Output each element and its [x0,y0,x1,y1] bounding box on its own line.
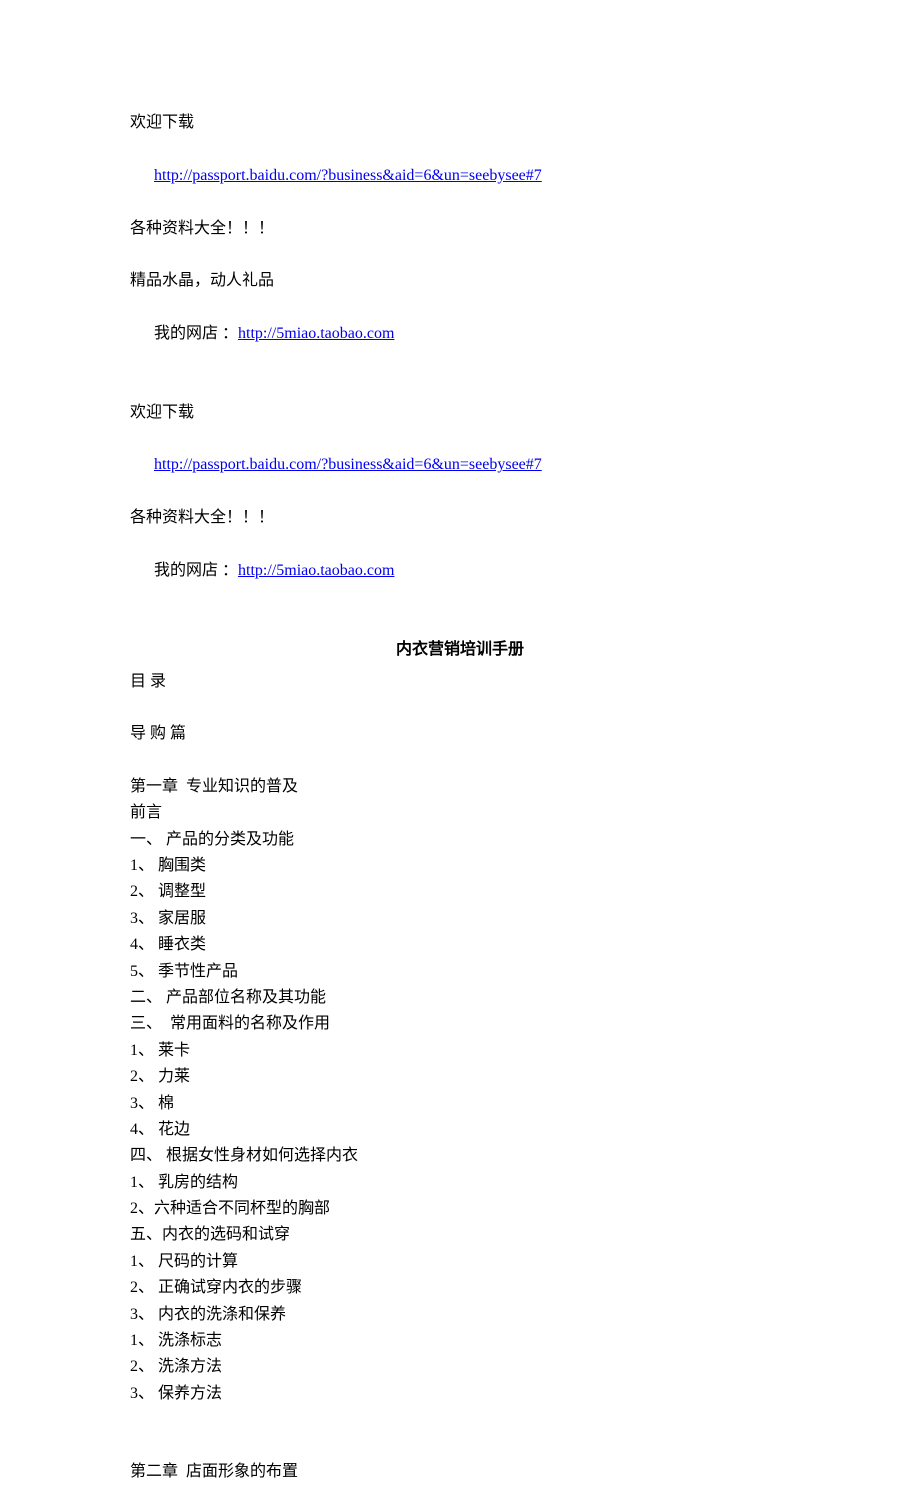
document-page: 欢迎下载 http://passport.baidu.com/?business… [0,0,920,1486]
chapter-1-title: 第一章 专业知识的普及 [130,774,790,800]
welcome-text: 欢迎下载 [130,110,790,136]
passport-link[interactable]: http://passport.baidu.com/?business&aid=… [154,456,542,473]
header-block-1: 欢迎下载 http://passport.baidu.com/?business… [130,110,790,242]
passport-link[interactable]: http://passport.baidu.com/?business&aid=… [154,167,542,184]
toc-item: 1、 乳房的结构 [130,1170,790,1196]
toc-item: 二、 产品部位名称及其功能 [130,985,790,1011]
shop-link[interactable]: http://5miao.taobao.com [238,562,394,579]
toc-item: 3、 棉 [130,1091,790,1117]
toc-item: 5、 季节性产品 [130,959,790,985]
chapter-2-block: 第二章 店面形象的布置 [130,1459,790,1485]
toc-item: 4、 睡衣类 [130,932,790,958]
spacer [130,1407,790,1459]
guide-label: 导 购 篇 [130,721,790,747]
document-title: 内衣营销培训手册 [130,637,790,663]
shop-prefix: 我的网店 ： [154,562,238,579]
toc-item: 2、 正确试穿内衣的步骤 [130,1275,790,1301]
toc-item: 2、 调整型 [130,879,790,905]
toc-item: 1、 洗涤标志 [130,1328,790,1354]
chapter-1-block: 第一章 专业知识的普及 前言一、 产品的分类及功能1、 胸围类2、 调整型3、 … [130,774,790,1407]
toc-item: 2、 力莱 [130,1064,790,1090]
toc-item: 五、内衣的选码和试穿 [130,1222,790,1248]
shop-line: 我的网店 ：http://5miao.taobao.com [130,294,790,373]
toc-item: 4、 花边 [130,1117,790,1143]
toc-item: 一、 产品的分类及功能 [130,827,790,853]
chapter-2-title: 第二章 店面形象的布置 [130,1459,790,1485]
toc-item: 2、 洗涤方法 [130,1354,790,1380]
welcome-text: 欢迎下载 [130,400,790,426]
crystal-text: 精品水晶，动人礼品 [130,268,790,294]
link-line: http://passport.baidu.com/?business&aid=… [130,426,790,505]
shop-line: 我的网店 ：http://5miao.taobao.com [130,531,790,610]
header-block-2: 精品水晶，动人礼品 我的网店 ：http://5miao.taobao.com [130,268,790,374]
header-block-3: 欢迎下载 http://passport.baidu.com/?business… [130,400,790,611]
toc-item: 四、 根据女性身材如何选择内衣 [130,1143,790,1169]
chapter-1-lines: 前言一、 产品的分类及功能1、 胸围类2、 调整型3、 家居服4、 睡衣类5、 … [130,800,790,1407]
materials-text: 各种资料大全！！！ [130,216,790,242]
toc-label: 目 录 [130,669,790,695]
toc-item: 1、 胸围类 [130,853,790,879]
toc-item: 3、 内衣的洗涤和保养 [130,1302,790,1328]
toc-item: 1、 尺码的计算 [130,1249,790,1275]
toc-item: 前言 [130,800,790,826]
guide-label-block: 导 购 篇 [130,721,790,747]
shop-prefix: 我的网店 ： [154,325,238,342]
toc-item: 3、 保养方法 [130,1381,790,1407]
toc-item: 2、六种适合不同杯型的胸部 [130,1196,790,1222]
materials-text: 各种资料大全！！！ [130,505,790,531]
shop-link[interactable]: http://5miao.taobao.com [238,325,394,342]
toc-item: 1、 莱卡 [130,1038,790,1064]
toc-item: 三、 常用面料的名称及作用 [130,1011,790,1037]
link-line: http://passport.baidu.com/?business&aid=… [130,136,790,215]
toc-item: 3、 家居服 [130,906,790,932]
toc-label-block: 目 录 [130,669,790,695]
